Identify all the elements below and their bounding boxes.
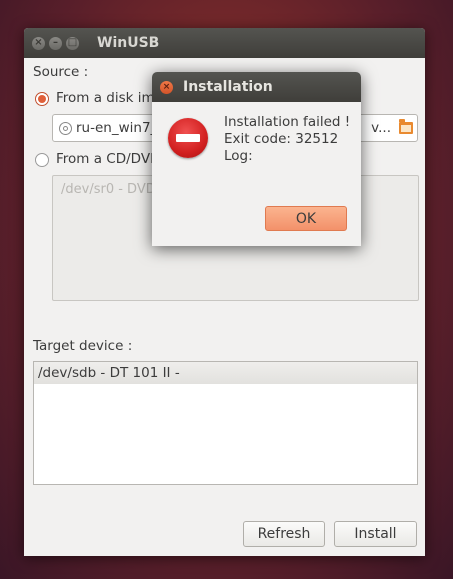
cd-device-item: /dev/sr0 - DVD (61, 182, 156, 197)
installation-dialog: × Installation Installation failed ! Exi… (152, 72, 361, 246)
maximize-icon[interactable]: □ (66, 36, 79, 50)
browse-button[interactable] (395, 115, 417, 141)
close-icon[interactable]: × (32, 36, 45, 50)
window-title: WinUSB (97, 35, 160, 51)
error-message: Installation failed ! (224, 114, 351, 130)
exit-code-text: Exit code: 32512 (224, 131, 339, 147)
target-device-list[interactable]: /dev/sdb - DT 101 II - (33, 361, 418, 485)
title-bar: × – □ WinUSB (24, 28, 425, 58)
refresh-button[interactable]: Refresh (243, 521, 325, 547)
target-device-label: Target device : (33, 338, 133, 354)
dialog-title: Installation (183, 79, 273, 95)
disk-image-path-text: ru-en_win7_ (76, 120, 158, 136)
list-item[interactable]: /dev/sdb - DT 101 II - (34, 362, 417, 384)
minimize-icon[interactable]: – (49, 36, 62, 50)
error-icon (168, 118, 208, 158)
dialog-close-icon[interactable]: × (160, 80, 173, 94)
folder-icon (399, 119, 413, 134)
ok-button[interactable]: OK (265, 206, 347, 231)
disk-image-path-tail: v... (371, 120, 391, 136)
disk-image-radio[interactable] (35, 92, 49, 106)
cd-label[interactable]: From a CD/DVD drive (56, 151, 156, 167)
disk-image-label[interactable]: From a disk image (iso) (56, 90, 156, 106)
source-label: Source : (33, 64, 89, 80)
cd-radio[interactable] (35, 153, 49, 167)
dialog-title-bar: × Installation (152, 72, 361, 102)
log-label: Log: (224, 148, 253, 164)
disc-icon (59, 121, 72, 135)
install-button[interactable]: Install (334, 521, 417, 547)
